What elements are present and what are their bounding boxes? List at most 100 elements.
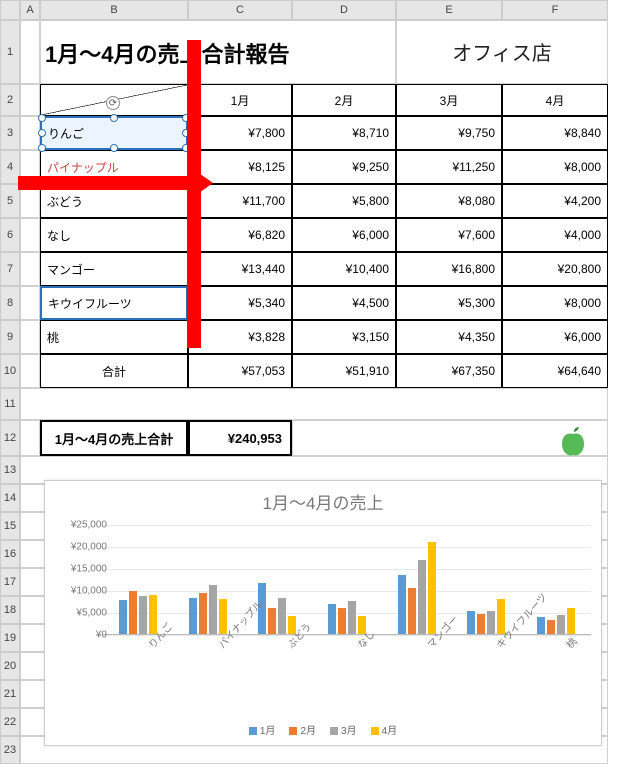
- row-header-10[interactable]: 10: [0, 354, 20, 388]
- row-header-23[interactable]: 23: [0, 736, 20, 764]
- cell-C8[interactable]: ¥5,340: [188, 286, 292, 320]
- row-header-4[interactable]: 4: [0, 150, 20, 184]
- store-name[interactable]: オフィス店: [396, 20, 608, 84]
- select-all-corner[interactable]: [0, 0, 20, 20]
- row-header-14[interactable]: 14: [0, 484, 20, 512]
- product-cell-mango[interactable]: マンゴー: [40, 252, 188, 286]
- cell-C9[interactable]: ¥3,828: [188, 320, 292, 354]
- cell-F4[interactable]: ¥8,000: [502, 150, 608, 184]
- embedded-chart[interactable]: 1月～4月の売上 1月2月3月4月 ¥0¥5,000¥10,000¥15,000…: [44, 480, 602, 746]
- row-header-5[interactable]: 5: [0, 184, 20, 218]
- month-header-2[interactable]: 2月: [292, 84, 396, 116]
- col-header-B[interactable]: B: [40, 0, 188, 20]
- total-mar[interactable]: ¥67,350: [396, 354, 502, 388]
- month-header-3[interactable]: 3月: [396, 84, 502, 116]
- total-jan[interactable]: ¥57,053: [188, 354, 292, 388]
- cell-D9[interactable]: ¥3,150: [292, 320, 396, 354]
- total-apr[interactable]: ¥64,640: [502, 354, 608, 388]
- month-header-1[interactable]: 1月: [188, 84, 292, 116]
- cell-D5[interactable]: ¥5,800: [292, 184, 396, 218]
- rotate-handle-icon[interactable]: ⟳: [106, 96, 120, 110]
- cell-A6[interactable]: [20, 218, 40, 252]
- cell-D6[interactable]: ¥6,000: [292, 218, 396, 252]
- row-header-19[interactable]: 19: [0, 624, 20, 652]
- chart-bar: [348, 601, 356, 634]
- row-header-9[interactable]: 9: [0, 320, 20, 354]
- cell-A3[interactable]: [20, 116, 40, 150]
- product-cell-apple-selected[interactable]: りんご ⟳: [40, 116, 188, 150]
- cell-F7[interactable]: ¥20,800: [502, 252, 608, 286]
- cell-E7[interactable]: ¥16,800: [396, 252, 502, 286]
- chart-bar: [338, 608, 346, 634]
- cell-E8[interactable]: ¥5,300: [396, 286, 502, 320]
- product-cell-peach[interactable]: 桃: [40, 320, 188, 354]
- chart-bar: [139, 596, 147, 634]
- chart-ytick: ¥20,000: [59, 542, 107, 553]
- cell-A10[interactable]: [20, 354, 40, 388]
- row-header-16[interactable]: 16: [0, 540, 20, 568]
- chart-bar: [418, 560, 426, 634]
- chart-ytick: ¥5,000: [59, 608, 107, 619]
- page-title[interactable]: 1月～4月の売上合計報告: [40, 20, 396, 84]
- cell-D4[interactable]: ¥9,250: [292, 150, 396, 184]
- product-cell-pear[interactable]: なし: [40, 218, 188, 252]
- row-header-6[interactable]: 6: [0, 218, 20, 252]
- cell-D3[interactable]: ¥8,710: [292, 116, 396, 150]
- cell-E3[interactable]: ¥9,750: [396, 116, 502, 150]
- row-header-18[interactable]: 18: [0, 596, 20, 624]
- cell-F5[interactable]: ¥4,200: [502, 184, 608, 218]
- cell-F6[interactable]: ¥4,000: [502, 218, 608, 252]
- grand-total-value[interactable]: ¥240,953: [188, 420, 292, 456]
- row-header-22[interactable]: 22: [0, 708, 20, 736]
- chart-bar: [129, 591, 137, 634]
- cell-C7[interactable]: ¥13,440: [188, 252, 292, 286]
- row-header-2[interactable]: 2: [0, 84, 20, 116]
- cell-E9[interactable]: ¥4,350: [396, 320, 502, 354]
- col-header-E[interactable]: E: [396, 0, 502, 20]
- row-header-12[interactable]: 12: [0, 420, 20, 456]
- chart-bar: [199, 593, 207, 634]
- product-label: りんご: [48, 125, 84, 142]
- cell-E4[interactable]: ¥11,250: [396, 150, 502, 184]
- cell-E6[interactable]: ¥7,600: [396, 218, 502, 252]
- row-header-15[interactable]: 15: [0, 512, 20, 540]
- cell-A9[interactable]: [20, 320, 40, 354]
- cell-A2[interactable]: [20, 84, 40, 116]
- col-header-C[interactable]: C: [188, 0, 292, 20]
- col-header-D[interactable]: D: [292, 0, 396, 20]
- row11-empty[interactable]: [20, 388, 608, 420]
- total-feb[interactable]: ¥51,910: [292, 354, 396, 388]
- row-header-8[interactable]: 8: [0, 286, 20, 320]
- cell-A1[interactable]: [20, 20, 40, 84]
- chart-bar: [119, 600, 127, 634]
- cell-A7[interactable]: [20, 252, 40, 286]
- product-cell-kiwi-boxed[interactable]: キウイフルーツ: [40, 286, 188, 320]
- chart-ytick: ¥15,000: [59, 564, 107, 575]
- row-header-13[interactable]: 13: [0, 456, 20, 484]
- row-header-1[interactable]: 1: [0, 20, 20, 84]
- total-label[interactable]: 合計: [40, 354, 188, 388]
- cell-C6[interactable]: ¥6,820: [188, 218, 292, 252]
- col-header-F[interactable]: F: [502, 0, 608, 20]
- row-header-11[interactable]: 11: [0, 388, 20, 420]
- cell-A12[interactable]: [20, 420, 40, 456]
- grand-total-label[interactable]: 1月～4月の売上合計: [40, 420, 188, 456]
- row-header-20[interactable]: 20: [0, 652, 20, 680]
- cell-E5[interactable]: ¥8,080: [396, 184, 502, 218]
- row-header-3[interactable]: 3: [0, 116, 20, 150]
- cell-A8[interactable]: [20, 286, 40, 320]
- cell-F3[interactable]: ¥8,840: [502, 116, 608, 150]
- row-header-17[interactable]: 17: [0, 568, 20, 596]
- row-header-7[interactable]: 7: [0, 252, 20, 286]
- month-header-4[interactable]: 4月: [502, 84, 608, 116]
- cell-C3[interactable]: ¥7,800: [188, 116, 292, 150]
- cell-F9[interactable]: ¥6,000: [502, 320, 608, 354]
- cell-D7[interactable]: ¥10,400: [292, 252, 396, 286]
- chart-category-label: 桃: [562, 634, 580, 651]
- chart-bar: [278, 598, 286, 634]
- cell-D8[interactable]: ¥4,500: [292, 286, 396, 320]
- cell-F8[interactable]: ¥8,000: [502, 286, 608, 320]
- chart-bar: [398, 575, 406, 634]
- row-header-21[interactable]: 21: [0, 680, 20, 708]
- col-header-A[interactable]: A: [20, 0, 40, 20]
